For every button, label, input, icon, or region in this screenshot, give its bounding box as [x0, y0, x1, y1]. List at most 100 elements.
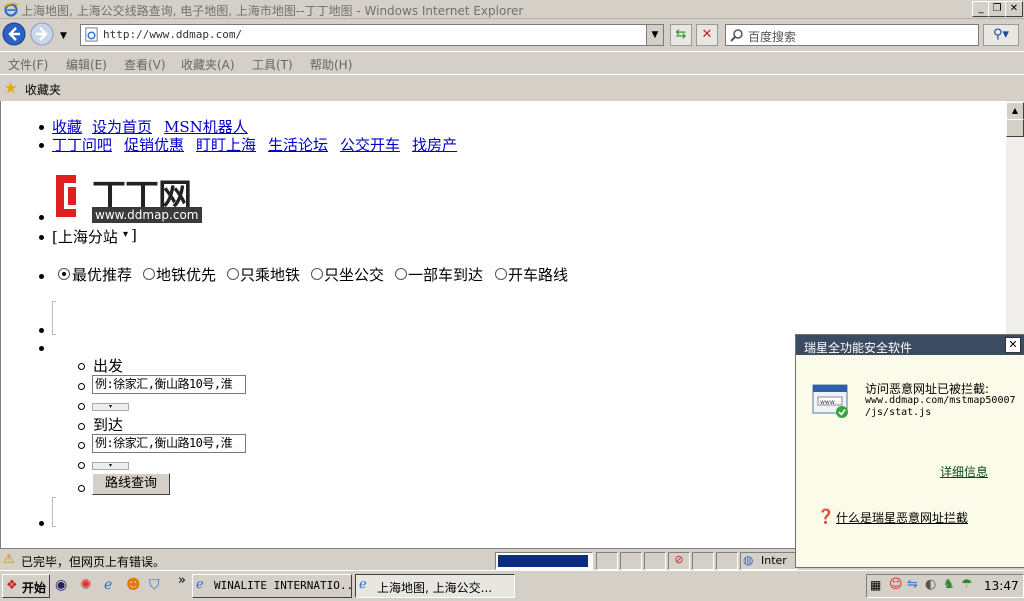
list-bullet — [39, 521, 44, 526]
star-icon[interactable]: ★ — [4, 79, 17, 97]
route-search-button[interactable]: 路线查询 — [92, 473, 170, 495]
task-winalite[interactable]: ℯ WINALITE INTERNATIO... — [192, 574, 352, 598]
task-ddmap[interactable]: ℯ 上海地图, 上海公交... — [355, 574, 515, 598]
media-player-icon[interactable]: ◉ — [55, 577, 67, 593]
ie-task-icon: ℯ — [359, 577, 367, 592]
forward-button[interactable] — [30, 22, 54, 46]
from-input[interactable]: 例:徐家汇,衡山路10号,淮 — [92, 375, 246, 394]
scroll-up-icon[interactable]: ▲ — [1006, 102, 1024, 120]
menu-bar: 文件(F) 编辑(E) 查看(V) 收藏夹(A) 工具(T) 帮助(H) — [0, 51, 1024, 74]
menu-edit[interactable]: 编辑(E) — [66, 56, 107, 73]
city-dropdown-icon[interactable]: ▾ — [123, 229, 128, 240]
windows-logo-icon: ❖ — [6, 578, 18, 593]
quick-launch-icon[interactable]: ✺ — [80, 577, 92, 593]
search-icon — [730, 29, 743, 42]
search-input[interactable]: 百度搜索 — [725, 24, 979, 46]
option-single-bus-label: 一部车到达 — [408, 266, 484, 284]
refresh-button[interactable]: ⇆ — [670, 24, 692, 46]
search-go-button[interactable]: ⚲▾ — [983, 24, 1019, 46]
svg-text:www.: www. — [820, 399, 836, 406]
address-field[interactable]: http://www.ddmap.com/ ▼ — [80, 24, 664, 46]
radio-single-bus[interactable] — [395, 268, 407, 280]
ie-task-icon: ℯ — [196, 577, 204, 592]
clock[interactable]: 13:47 — [984, 579, 1019, 593]
embedded-frame — [52, 497, 56, 527]
from-select[interactable]: ▾ — [92, 403, 129, 411]
link-forum[interactable]: 生活论坛 — [268, 134, 328, 155]
status-panel — [620, 552, 642, 570]
ie-quick-icon[interactable]: ℯ — [104, 577, 112, 593]
details-link[interactable]: 详细信息 — [940, 463, 988, 480]
address-dropdown-icon[interactable]: ▼ — [646, 25, 663, 45]
favorites-bar: ★ 收藏夹 — [0, 74, 1024, 102]
menu-favorites[interactable]: 收藏夹(A) — [181, 56, 235, 73]
progress-bar — [495, 552, 593, 570]
status-panel — [644, 552, 666, 570]
task-label: 上海地图, 上海公交... — [377, 581, 493, 595]
qq-icon[interactable]: ☺ — [889, 577, 903, 592]
back-button[interactable] — [2, 22, 26, 46]
start-button[interactable]: ❖ 开始 — [2, 574, 50, 598]
list-bullet — [39, 143, 44, 148]
radio-metro-first[interactable] — [143, 268, 155, 280]
sublist-bullet — [78, 462, 85, 469]
option-bus-only-label: 只坐公交 — [324, 266, 385, 284]
menu-tools[interactable]: 工具(T) — [252, 56, 293, 73]
menu-help[interactable]: 帮助(H) — [310, 56, 352, 73]
to-select[interactable]: ▾ — [92, 462, 129, 470]
sublist-bullet — [78, 403, 85, 410]
favorites-button[interactable]: 收藏夹 — [25, 81, 61, 98]
more-icon[interactable]: » — [178, 573, 186, 588]
restore-button[interactable]: ❐ — [988, 1, 1006, 17]
radio-driving[interactable] — [495, 268, 507, 280]
ddmap-logo[interactable]: 丁丁网 www.ddmap.com — [52, 171, 202, 223]
list-bullet — [39, 125, 44, 130]
blocked-site-icon: www. — [812, 384, 848, 418]
zone-panel[interactable]: ◍ Inter — [740, 552, 797, 570]
status-text: 已完毕，但网页上有错误。 — [21, 555, 166, 569]
history-dropdown-icon[interactable]: ▼ — [60, 31, 67, 41]
warning-icon[interactable]: ⚠ — [3, 552, 15, 567]
popup-close-button[interactable]: ✕ — [1005, 337, 1021, 353]
umbrella-icon[interactable]: ☂ — [961, 577, 973, 592]
address-toolbar: ▼ http://www.ddmap.com/ ▼ ⇆ ✕ 百度搜索 ⚲▾ — [0, 19, 1024, 51]
menu-file[interactable]: 文件(F) — [8, 56, 48, 73]
tray-icon[interactable]: ◐ — [925, 577, 936, 592]
radio-metro-only[interactable] — [227, 268, 239, 280]
radio-best[interactable] — [58, 268, 70, 280]
sublist-bullet — [78, 442, 85, 449]
help-icon: ❓ — [817, 509, 835, 525]
blocked-url-line1: www.ddmap.com/mstmap50007 — [865, 395, 1016, 406]
scroll-thumb[interactable] — [1006, 119, 1024, 137]
page-icon — [85, 27, 98, 42]
close-button[interactable]: ✕ — [1005, 1, 1023, 17]
from-label: 出发 — [93, 357, 124, 375]
window-title: 上海地图, 上海公交线路查询, 电子地图, 上海市地图--丁丁地图 - Wind… — [21, 4, 524, 18]
help-link[interactable]: 什么是瑞星恶意网址拦截 — [836, 509, 968, 526]
link-promotions[interactable]: 促销优惠 — [124, 134, 184, 155]
menu-view[interactable]: 查看(V) — [124, 56, 166, 73]
link-dingding-shanghai[interactable]: 盯盯上海 — [196, 134, 256, 155]
radio-bus-only[interactable] — [311, 268, 323, 280]
messenger-icon[interactable]: ☻ — [126, 577, 141, 593]
task-label: WINALITE INTERNATIO... — [214, 579, 352, 592]
status-panel — [716, 552, 738, 570]
list-bullet — [39, 215, 44, 220]
start-label: 开始 — [22, 581, 47, 595]
option-driving-label: 开车路线 — [508, 266, 569, 284]
option-best-label: 最优推荐 — [72, 266, 133, 284]
link-real-estate[interactable]: 找房产 — [412, 134, 457, 155]
antivirus-icon[interactable]: ♞ — [943, 577, 955, 592]
link-transit-driving[interactable]: 公交开车 — [340, 134, 400, 155]
sublist-bullet — [78, 363, 85, 370]
to-input[interactable]: 例:徐家汇,衡山路10号,淮 — [92, 434, 246, 453]
shield-quick-icon[interactable]: ⛉ — [149, 577, 160, 593]
keyboard-icon[interactable]: ▦ — [870, 578, 881, 592]
network-icon[interactable]: ⇋ — [907, 577, 918, 592]
list-bullet — [39, 235, 44, 240]
option-metro-first-label: 地铁优先 — [156, 266, 217, 284]
popup-blocker-icon[interactable]: ⊘ — [668, 552, 690, 570]
link-wenba[interactable]: 丁丁问吧 — [52, 134, 112, 155]
stop-button[interactable]: ✕ — [696, 24, 718, 46]
city-bracket: ] — [131, 226, 137, 244]
